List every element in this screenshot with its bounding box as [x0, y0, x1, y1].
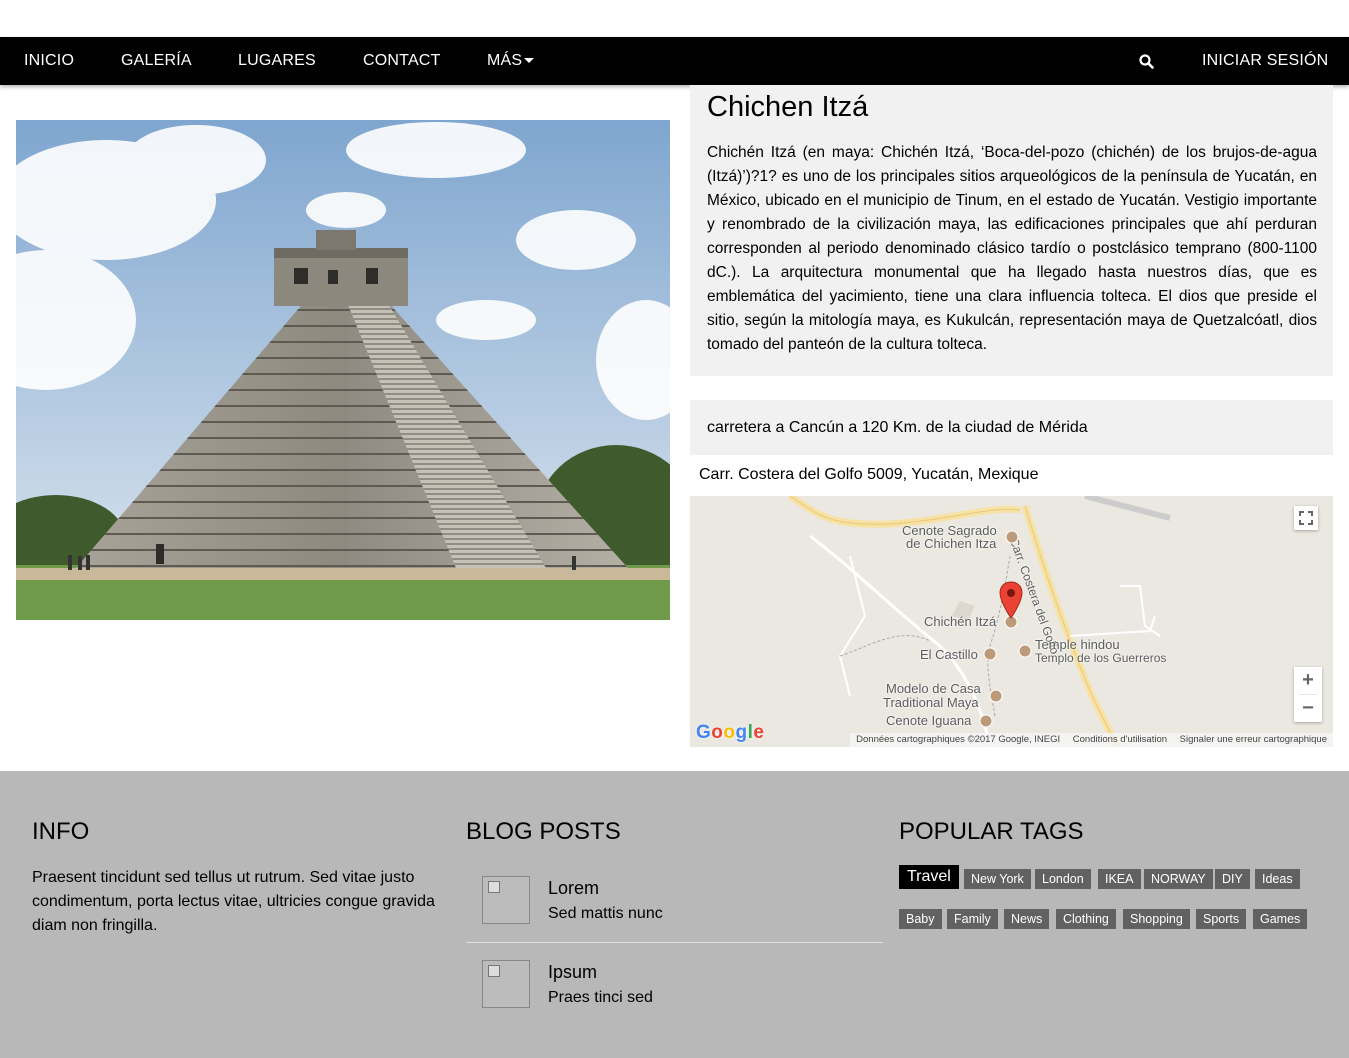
post-subtitle: Sed mattis nunc: [548, 905, 663, 922]
map-label-el-castillo[interactable]: El Castillo: [920, 648, 978, 662]
map-attribution-bar: Données cartographiques ©2017 Google, IN…: [850, 733, 1333, 747]
search-icon: [1139, 54, 1154, 69]
map-label-modelo-casa-2[interactable]: Traditional Maya: [883, 696, 979, 710]
broken-image-icon: [488, 965, 500, 977]
map-zoom-in-button[interactable]: +: [1294, 667, 1322, 694]
tag-diy[interactable]: DIY: [1215, 869, 1250, 889]
popular-tags-heading: POPULAR TAGS: [899, 818, 1084, 845]
top-navbar: INICIO GALERÍA LUGARES CONTACT MÁS INICI…: [0, 37, 1349, 85]
blog-post-item[interactable]: Lorem Sed mattis nunc: [466, 866, 883, 950]
nav-lugares[interactable]: LUGARES: [238, 37, 316, 85]
google-logo: Google: [696, 722, 765, 743]
map-terms-link[interactable]: Conditions d'utilisation: [1073, 734, 1167, 745]
tag-sports[interactable]: Sports: [1196, 909, 1247, 929]
tag-baby[interactable]: Baby: [899, 909, 942, 929]
chichen-itza-photo: [16, 120, 670, 620]
nav-mas-label: MÁS: [487, 52, 523, 69]
map-attribution: Données cartographiques ©2017 Google, IN…: [856, 734, 1061, 745]
post-title[interactable]: Lorem: [548, 876, 599, 900]
map-label-chichen-itza[interactable]: Chichén Itzá: [924, 615, 996, 629]
search-button[interactable]: [1133, 37, 1161, 85]
place-title: Chichen Itzá: [707, 91, 869, 123]
tag-ideas[interactable]: Ideas: [1255, 869, 1300, 889]
tag-travel[interactable]: Travel: [899, 865, 959, 889]
tag-family[interactable]: Family: [947, 909, 998, 929]
blog-post-item[interactable]: Ipsum Praes tinci sed: [466, 950, 883, 1034]
map-zoom-out-button[interactable]: −: [1294, 695, 1322, 722]
map-label-cenote-sagrado-2[interactable]: de Chichen Itza: [906, 537, 996, 551]
google-map[interactable]: Cenote Sagrado de Chichen Itza Carr. Cos…: [690, 496, 1333, 747]
map-marker-icon[interactable]: [999, 581, 1023, 619]
tag-ikea[interactable]: IKEA: [1098, 869, 1141, 889]
map-label-modelo-casa-1[interactable]: Modelo de Casa: [886, 682, 981, 696]
info-text: Praesent tincidunt sed tellus ut rutrum.…: [32, 869, 435, 934]
map-label-cenote-iguana[interactable]: Cenote Iguana: [886, 714, 971, 728]
broken-image-icon: [488, 881, 500, 893]
tag-games[interactable]: Games: [1253, 909, 1308, 929]
nav-mas-dropdown[interactable]: MÁS: [487, 37, 535, 85]
post-thumbnail: [482, 876, 530, 924]
map-label-templo-guerreros[interactable]: Templo de los Guerreros: [1035, 651, 1166, 665]
post-subtitle: Praes tinci sed: [548, 989, 653, 1006]
post-title[interactable]: Ipsum: [548, 960, 597, 984]
post-divider: [466, 942, 883, 943]
site-footer: INFO Praesent tincidunt sed tellus ut ru…: [0, 771, 1349, 1058]
location-text: carretera a Cancún a 120 Km. de la ciuda…: [707, 419, 1088, 436]
login-link[interactable]: INICIAR SESIÓN: [1202, 37, 1328, 85]
post-thumbnail: [482, 960, 530, 1008]
map-fullscreen-button[interactable]: [1294, 506, 1318, 530]
tag-shopping[interactable]: Shopping: [1123, 909, 1190, 929]
nav-galeria[interactable]: GALERÍA: [121, 37, 192, 85]
blog-posts-heading: BLOG POSTS: [466, 818, 621, 845]
tag-news[interactable]: News: [1004, 909, 1050, 929]
tag-london[interactable]: London: [1035, 869, 1091, 889]
map-label-temple-hindou[interactable]: Temple hindou: [1035, 638, 1120, 652]
address-text: Carr. Costera del Golfo 5009, Yucatán, M…: [699, 466, 1039, 483]
tag-norway[interactable]: NORWAY: [1144, 869, 1213, 889]
place-description: Chichén Itzá (en maya: Chichén Itzá, ‘Bo…: [707, 144, 1317, 353]
fullscreen-icon: [1299, 511, 1313, 525]
tag-new-york[interactable]: New York: [964, 869, 1031, 889]
location-card: carretera a Cancún a 120 Km. de la ciuda…: [690, 400, 1333, 455]
map-report-link[interactable]: Signaler une erreur cartographique: [1180, 734, 1327, 745]
nav-inicio[interactable]: INICIO: [24, 37, 74, 85]
nav-contact[interactable]: CONTACT: [363, 37, 441, 85]
caret-down-icon: [524, 58, 535, 64]
place-description-card: Chichen Itzá Chichén Itzá (en maya: Chic…: [690, 85, 1333, 376]
info-heading: INFO: [32, 818, 90, 845]
tag-clothing[interactable]: Clothing: [1056, 909, 1116, 929]
map-zoom-control: + −: [1294, 667, 1322, 722]
